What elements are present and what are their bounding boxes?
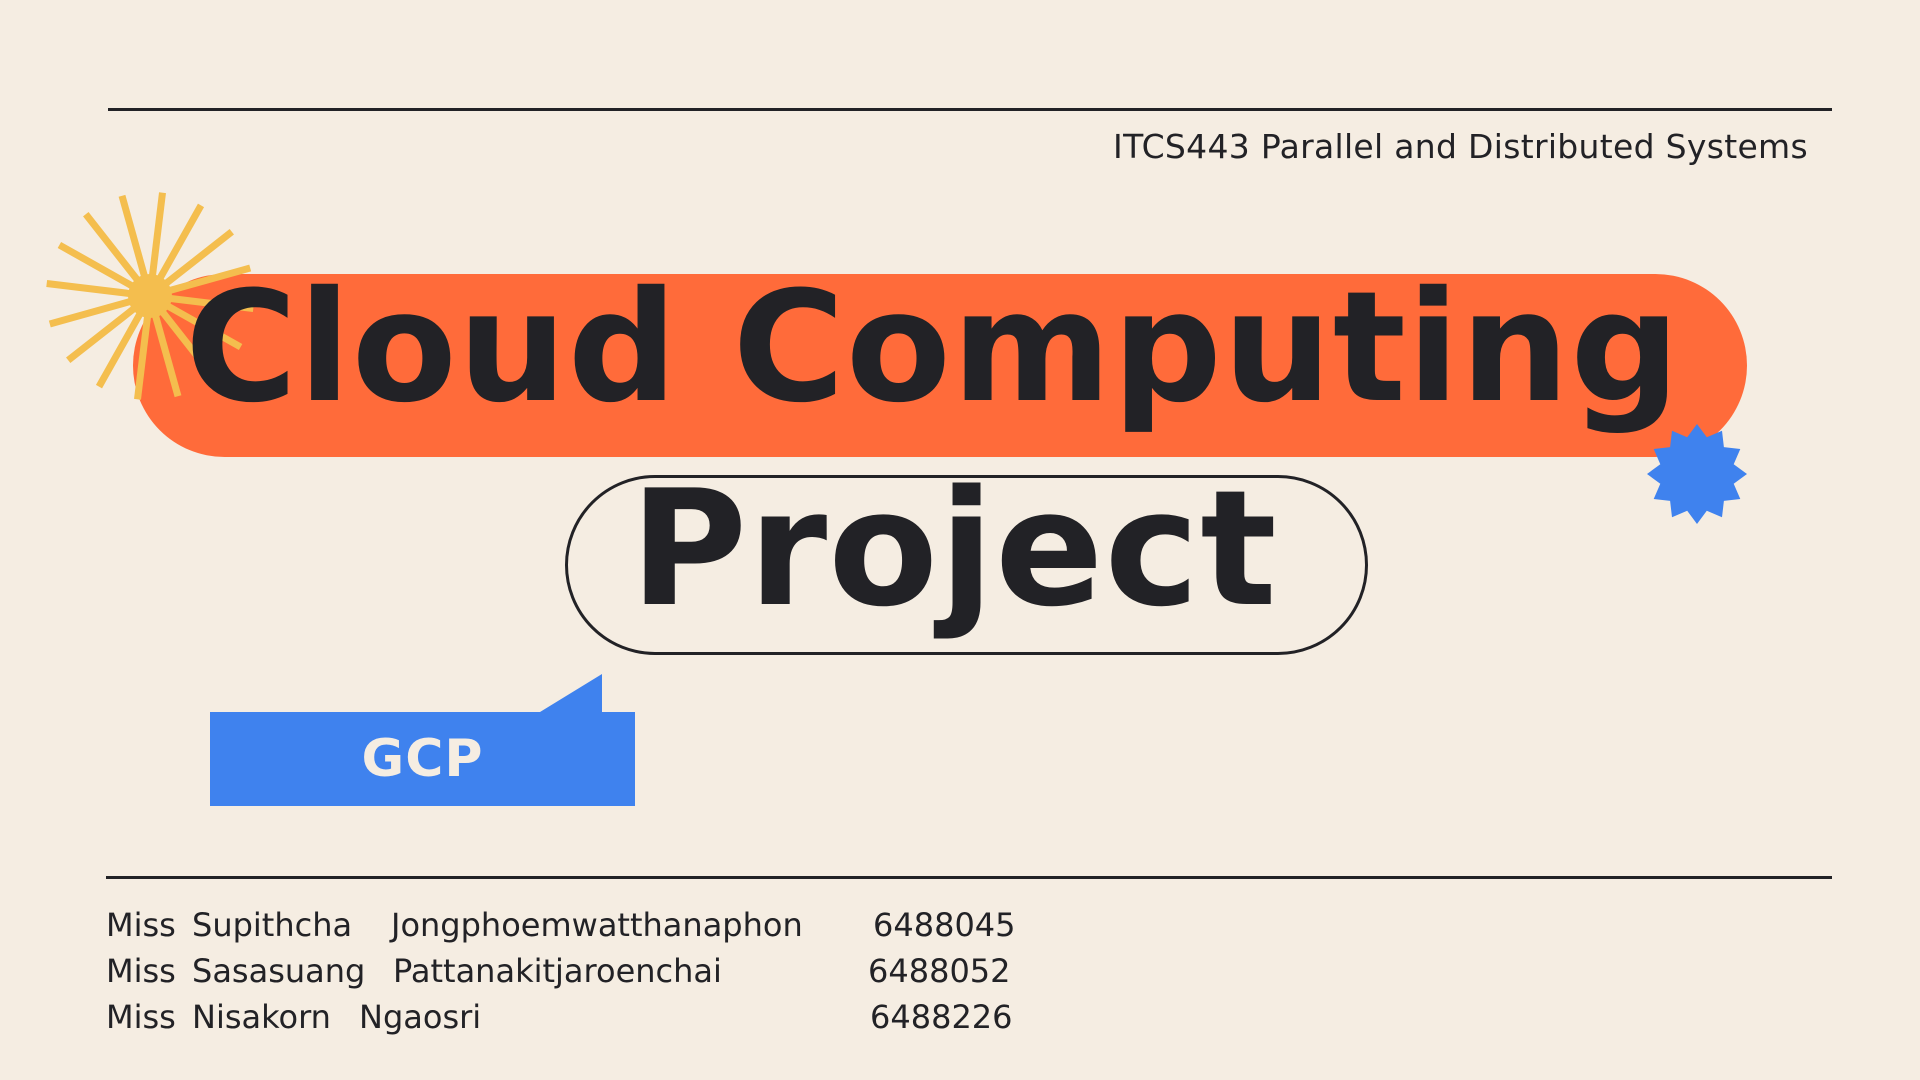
title-line-2: Project [630, 455, 1278, 642]
member-prefix: Miss [106, 906, 176, 944]
member-last-name: Jongphoemwatthanaphon [391, 906, 803, 944]
star-badge-icon [1647, 424, 1747, 524]
top-divider [108, 108, 1832, 111]
member-prefix: Miss [106, 952, 176, 990]
member-prefix: Miss [106, 998, 176, 1036]
member-last-name: Ngaosri [359, 998, 482, 1036]
member-last-name: Pattanakitjaroenchai [393, 952, 722, 990]
bottom-divider [106, 876, 1832, 879]
member-id: 6488052 [868, 952, 1011, 990]
member-first-name: Supithcha [192, 906, 353, 944]
member-id: 6488045 [873, 906, 1016, 944]
course-name: ITCS443 Parallel and Distributed Systems [1113, 127, 1808, 166]
member-first-name: Nisakorn [192, 998, 331, 1036]
member-id: 6488226 [870, 998, 1013, 1036]
tag-label: GCP [361, 729, 484, 789]
title-line-1: Cloud Computing [185, 259, 1681, 437]
member-first-name: Sasasuang [192, 952, 366, 990]
